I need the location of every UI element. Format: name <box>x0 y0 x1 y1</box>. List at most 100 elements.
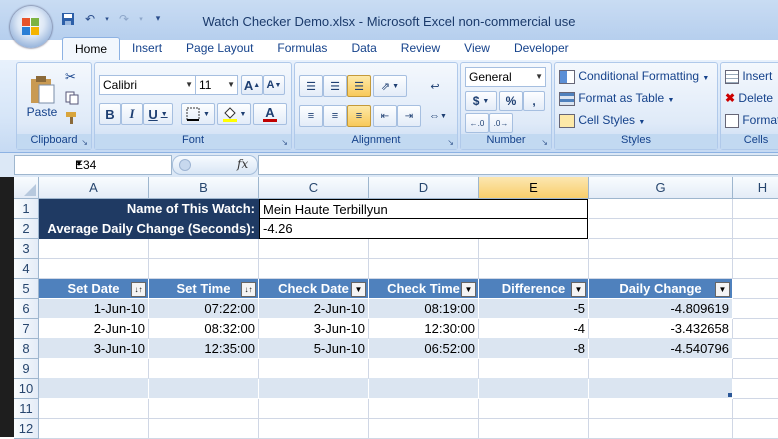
empty-cell[interactable] <box>259 259 369 279</box>
format-painter-icon[interactable] <box>65 111 79 128</box>
average-change-value[interactable]: -4.26 <box>259 218 588 239</box>
row-header-9[interactable]: 9 <box>14 359 39 379</box>
table-cell[interactable]: 06:52:00 <box>369 339 479 359</box>
empty-cell[interactable] <box>589 419 733 439</box>
currency-button[interactable]: $ ▼ <box>465 91 497 111</box>
decrease-decimal-button[interactable]: .0→ <box>489 113 513 133</box>
empty-cell[interactable] <box>589 199 733 219</box>
tab-page-layout[interactable]: Page Layout <box>174 37 265 61</box>
delete-cells-button[interactable]: ✖ Delete <box>725 91 773 105</box>
row-header-3[interactable]: 3 <box>14 239 39 259</box>
format-cells-button[interactable]: Format <box>725 113 778 128</box>
empty-cell[interactable] <box>733 359 778 379</box>
row-header-6[interactable]: 6 <box>14 299 39 319</box>
empty-table-cell[interactable] <box>479 359 589 379</box>
table-cell[interactable]: 12:30:00 <box>369 319 479 339</box>
font-launcher-icon[interactable]: ↘ <box>281 138 288 147</box>
empty-table-cell[interactable] <box>479 379 589 399</box>
filter-dropdown-icon[interactable]: ▼ <box>571 282 586 297</box>
empty-cell[interactable] <box>479 259 589 279</box>
table-resize-handle[interactable] <box>728 393 732 397</box>
insert-function-button[interactable]: fx <box>237 157 248 171</box>
empty-cell[interactable] <box>369 419 479 439</box>
align-center-button[interactable]: ≡ <box>323 105 347 127</box>
copy-icon[interactable] <box>65 91 79 108</box>
empty-cell[interactable] <box>479 399 589 419</box>
number-format-combo[interactable]: General ▼ <box>465 67 546 87</box>
empty-cell[interactable] <box>733 379 778 399</box>
font-color-button[interactable]: A <box>253 103 287 125</box>
header-daily-change[interactable]: Daily Change ▼ <box>589 279 733 299</box>
tab-view[interactable]: View <box>452 37 502 61</box>
increase-decimal-button[interactable]: ←.0 <box>465 113 489 133</box>
table-cell[interactable]: 5-Jun-10 <box>259 339 369 359</box>
format-as-table-button[interactable]: Format as Table ▼ <box>559 91 674 106</box>
filter-dropdown-icon[interactable]: ▼ <box>715 282 730 297</box>
row-header-11[interactable]: 11 <box>14 399 39 419</box>
table-cell[interactable]: 08:19:00 <box>369 299 479 319</box>
shrink-font-button[interactable]: A ▼ <box>263 75 285 95</box>
empty-cell[interactable] <box>479 419 589 439</box>
orientation-button[interactable]: ⇗ ▼ <box>373 75 407 97</box>
tab-review[interactable]: Review <box>389 37 452 61</box>
column-header-g[interactable]: G <box>589 177 733 199</box>
row-header-10[interactable]: 10 <box>14 379 39 399</box>
underline-button[interactable]: U ▼ <box>143 103 173 125</box>
table-cell[interactable]: -4.809619 <box>589 299 733 319</box>
empty-table-cell[interactable] <box>39 379 149 399</box>
row-header-8[interactable]: 8 <box>14 339 39 359</box>
bold-button[interactable]: B <box>99 103 121 125</box>
empty-cell[interactable] <box>369 259 479 279</box>
sort-filter-icon[interactable]: ↓↑ <box>131 282 146 297</box>
wrap-text-button[interactable]: ↩ <box>423 75 447 97</box>
empty-cell[interactable] <box>733 399 778 419</box>
sort-filter-icon[interactable]: ↓↑ <box>241 282 256 297</box>
column-header-c[interactable]: C <box>259 177 369 199</box>
table-cell[interactable]: -5 <box>479 299 589 319</box>
table-cell[interactable]: 3-Jun-10 <box>259 319 369 339</box>
table-cell[interactable]: 2-Jun-10 <box>39 319 149 339</box>
filter-dropdown-icon[interactable]: ▼ <box>351 282 366 297</box>
empty-cell[interactable] <box>369 239 479 259</box>
empty-cell[interactable] <box>149 239 259 259</box>
empty-cell[interactable] <box>589 219 733 239</box>
empty-cell[interactable] <box>733 199 778 219</box>
empty-cell[interactable] <box>39 239 149 259</box>
empty-table-cell[interactable] <box>149 379 259 399</box>
table-cell[interactable]: 07:22:00 <box>149 299 259 319</box>
header-difference[interactable]: Difference ▼ <box>479 279 589 299</box>
borders-button[interactable]: ▼ <box>181 103 215 125</box>
align-bottom-button[interactable]: ☰ <box>347 75 371 97</box>
table-cell[interactable]: 12:35:00 <box>149 339 259 359</box>
font-name-combo[interactable]: Calibri ▼ <box>99 75 196 95</box>
tab-insert[interactable]: Insert <box>120 37 174 61</box>
italic-button[interactable]: I <box>121 103 143 125</box>
average-change-label[interactable]: Average Daily Change (Seconds): <box>39 219 259 239</box>
empty-cell[interactable] <box>479 239 589 259</box>
office-button[interactable] <box>10 6 52 48</box>
cell-styles-button[interactable]: Cell Styles ▼ <box>559 113 645 128</box>
table-cell[interactable]: 2-Jun-10 <box>259 299 369 319</box>
font-size-combo[interactable]: 11 ▼ <box>195 75 238 95</box>
align-left-button[interactable]: ≡ <box>299 105 323 127</box>
empty-cell[interactable] <box>733 339 778 359</box>
row-header-5[interactable]: 5 <box>14 279 39 299</box>
empty-table-cell[interactable] <box>259 359 369 379</box>
empty-table-cell[interactable] <box>369 379 479 399</box>
row-header-2[interactable]: 2 <box>14 219 39 239</box>
empty-table-cell[interactable] <box>259 379 369 399</box>
align-right-button[interactable]: ≡ <box>347 105 371 127</box>
watch-name-label[interactable]: Name of This Watch: <box>39 199 259 219</box>
row-header-4[interactable]: 4 <box>14 259 39 279</box>
table-cell[interactable]: -3.432658 <box>589 319 733 339</box>
empty-cell[interactable] <box>149 419 259 439</box>
header-set-date[interactable]: Set Date ↓↑ <box>39 279 149 299</box>
filter-dropdown-icon[interactable]: ▼ <box>461 282 476 297</box>
empty-cell[interactable] <box>589 239 733 259</box>
name-box[interactable]: E34 ▼ <box>14 155 172 175</box>
table-cell[interactable]: 1-Jun-10 <box>39 299 149 319</box>
alignment-launcher-icon[interactable]: ↘ <box>447 138 454 147</box>
column-header-d[interactable]: D <box>369 177 479 199</box>
number-launcher-icon[interactable]: ↘ <box>541 138 548 147</box>
paste-button[interactable]: Paste <box>22 67 62 127</box>
